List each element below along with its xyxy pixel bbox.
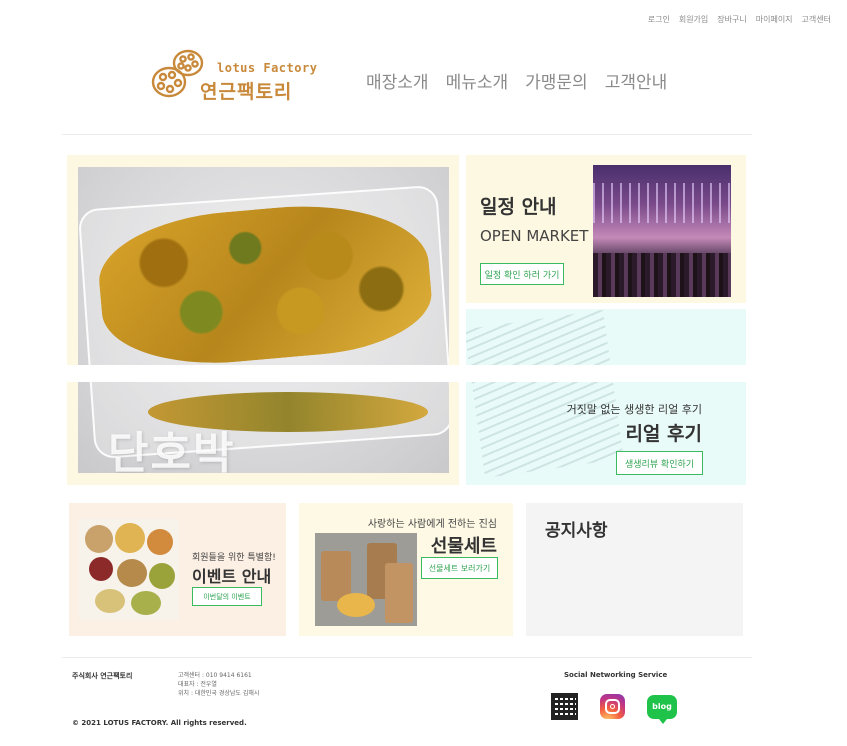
- event-title: 이벤트 안내: [192, 567, 272, 586]
- header-divider: [62, 134, 752, 135]
- review-title: 리얼 후기: [625, 423, 702, 445]
- gift-bags-photo: [315, 533, 417, 626]
- event-button[interactable]: 이번달의 이벤트: [192, 587, 262, 606]
- schedule-title: 일정 안내: [480, 196, 557, 218]
- market-photo: [593, 165, 731, 297]
- nav-menu-intro[interactable]: 메뉴소개: [446, 68, 509, 93]
- snack-shape: [149, 563, 175, 589]
- util-mypage-link[interactable]: 마이페이지: [756, 14, 793, 25]
- nav-franchise[interactable]: 가맹문의: [525, 68, 588, 93]
- review-banner[interactable]: 거짓말 없는 생생한 리얼 후기 리얼 후기 생생리뷰 확인하기: [466, 309, 746, 485]
- review-cards-graphic: [466, 309, 624, 479]
- utility-nav: 로그인 회원가입 장바구니 마이페이지 고객센터: [648, 14, 831, 25]
- footer-company: 주식회사 연근팩토리: [72, 672, 133, 680]
- gift-set-banner[interactable]: 사랑하는 사람에게 전하는 진심 선물세트 선물세트 보러가기: [299, 503, 513, 636]
- schedule-button[interactable]: 일정 확인 하러 가기: [480, 263, 564, 285]
- logo-english-text: lotus Factory: [217, 61, 318, 75]
- pumpkin-chips-photo: 단호박: [78, 167, 449, 473]
- sns-icons: blog: [551, 693, 677, 724]
- snack-shape: [89, 557, 113, 581]
- logo[interactable]: lotus Factory 연근팩토리: [150, 47, 320, 107]
- footer-location: 위치 : 대한민국 경상남도 김해시: [178, 690, 260, 697]
- lotus-root-icon: [151, 49, 204, 98]
- notice-panel[interactable]: 공지사항: [526, 503, 743, 636]
- gift-subtitle: 사랑하는 사람에게 전하는 진심: [367, 519, 497, 530]
- review-button[interactable]: 생생리뷰 확인하기: [616, 451, 703, 475]
- schedule-subtitle: OPEN MARKET: [480, 227, 589, 245]
- render-gap-band: [62, 365, 752, 382]
- market-crowd: [593, 253, 731, 297]
- gift-bag-shape: [385, 563, 413, 623]
- nav-customer-guide[interactable]: 고객안내: [605, 68, 668, 93]
- gift-button[interactable]: 선물세트 보러가기: [421, 557, 498, 579]
- footer-divider: [62, 657, 752, 658]
- event-subtitle: 회원들을 위한 특별함!: [192, 553, 276, 563]
- qr-code-icon[interactable]: [551, 693, 578, 720]
- ribbon-shape: [337, 593, 375, 617]
- product-label: 단호박: [108, 428, 236, 473]
- instagram-icon[interactable]: [600, 694, 625, 719]
- snack-assortment-photo: [79, 519, 179, 620]
- snack-shape: [131, 591, 161, 615]
- footer-info: 고객센터 : 010 9414 6161 대표자 : 전우열 위치 : 대한민국…: [178, 671, 259, 698]
- util-cart-link[interactable]: 장바구니: [717, 14, 746, 25]
- snack-shape: [85, 525, 113, 553]
- blog-icon[interactable]: blog: [647, 694, 677, 724]
- hero-product-banner[interactable]: 단호박: [67, 155, 459, 485]
- snack-shape: [115, 523, 145, 553]
- util-login-link[interactable]: 로그인: [648, 14, 670, 25]
- logo-korean-text: 연근팩토리: [200, 81, 293, 103]
- review-subtitle: 거짓말 없는 생생한 리얼 후기: [566, 403, 702, 416]
- schedule-banner[interactable]: 일정 안내 OPEN MARKET 일정 확인 하러 가기: [466, 155, 746, 303]
- gift-title: 선물세트: [430, 536, 497, 557]
- footer-phone: 고객센터 : 010 9414 6161: [178, 672, 252, 679]
- market-lights: [593, 183, 731, 223]
- footer-copyright: © 2021 LOTUS FACTORY. All rights reserve…: [72, 719, 247, 727]
- snack-shape: [147, 529, 173, 555]
- main-nav: 매장소개 메뉴소개 가맹문의 고객안내: [366, 68, 667, 93]
- util-support-link[interactable]: 고객센터: [802, 14, 831, 25]
- util-signup-link[interactable]: 회원가입: [679, 14, 708, 25]
- nav-store-intro[interactable]: 매장소개: [366, 68, 429, 93]
- event-banner[interactable]: 회원들을 위한 특별함! 이벤트 안내 이번달의 이벤트: [69, 503, 286, 636]
- notice-title: 공지사항: [545, 521, 608, 541]
- snack-shape: [95, 589, 125, 613]
- footer-ceo: 대표자 : 전우열: [178, 681, 217, 688]
- sns-title: Social Networking Service: [564, 671, 668, 679]
- snack-shape: [117, 559, 147, 587]
